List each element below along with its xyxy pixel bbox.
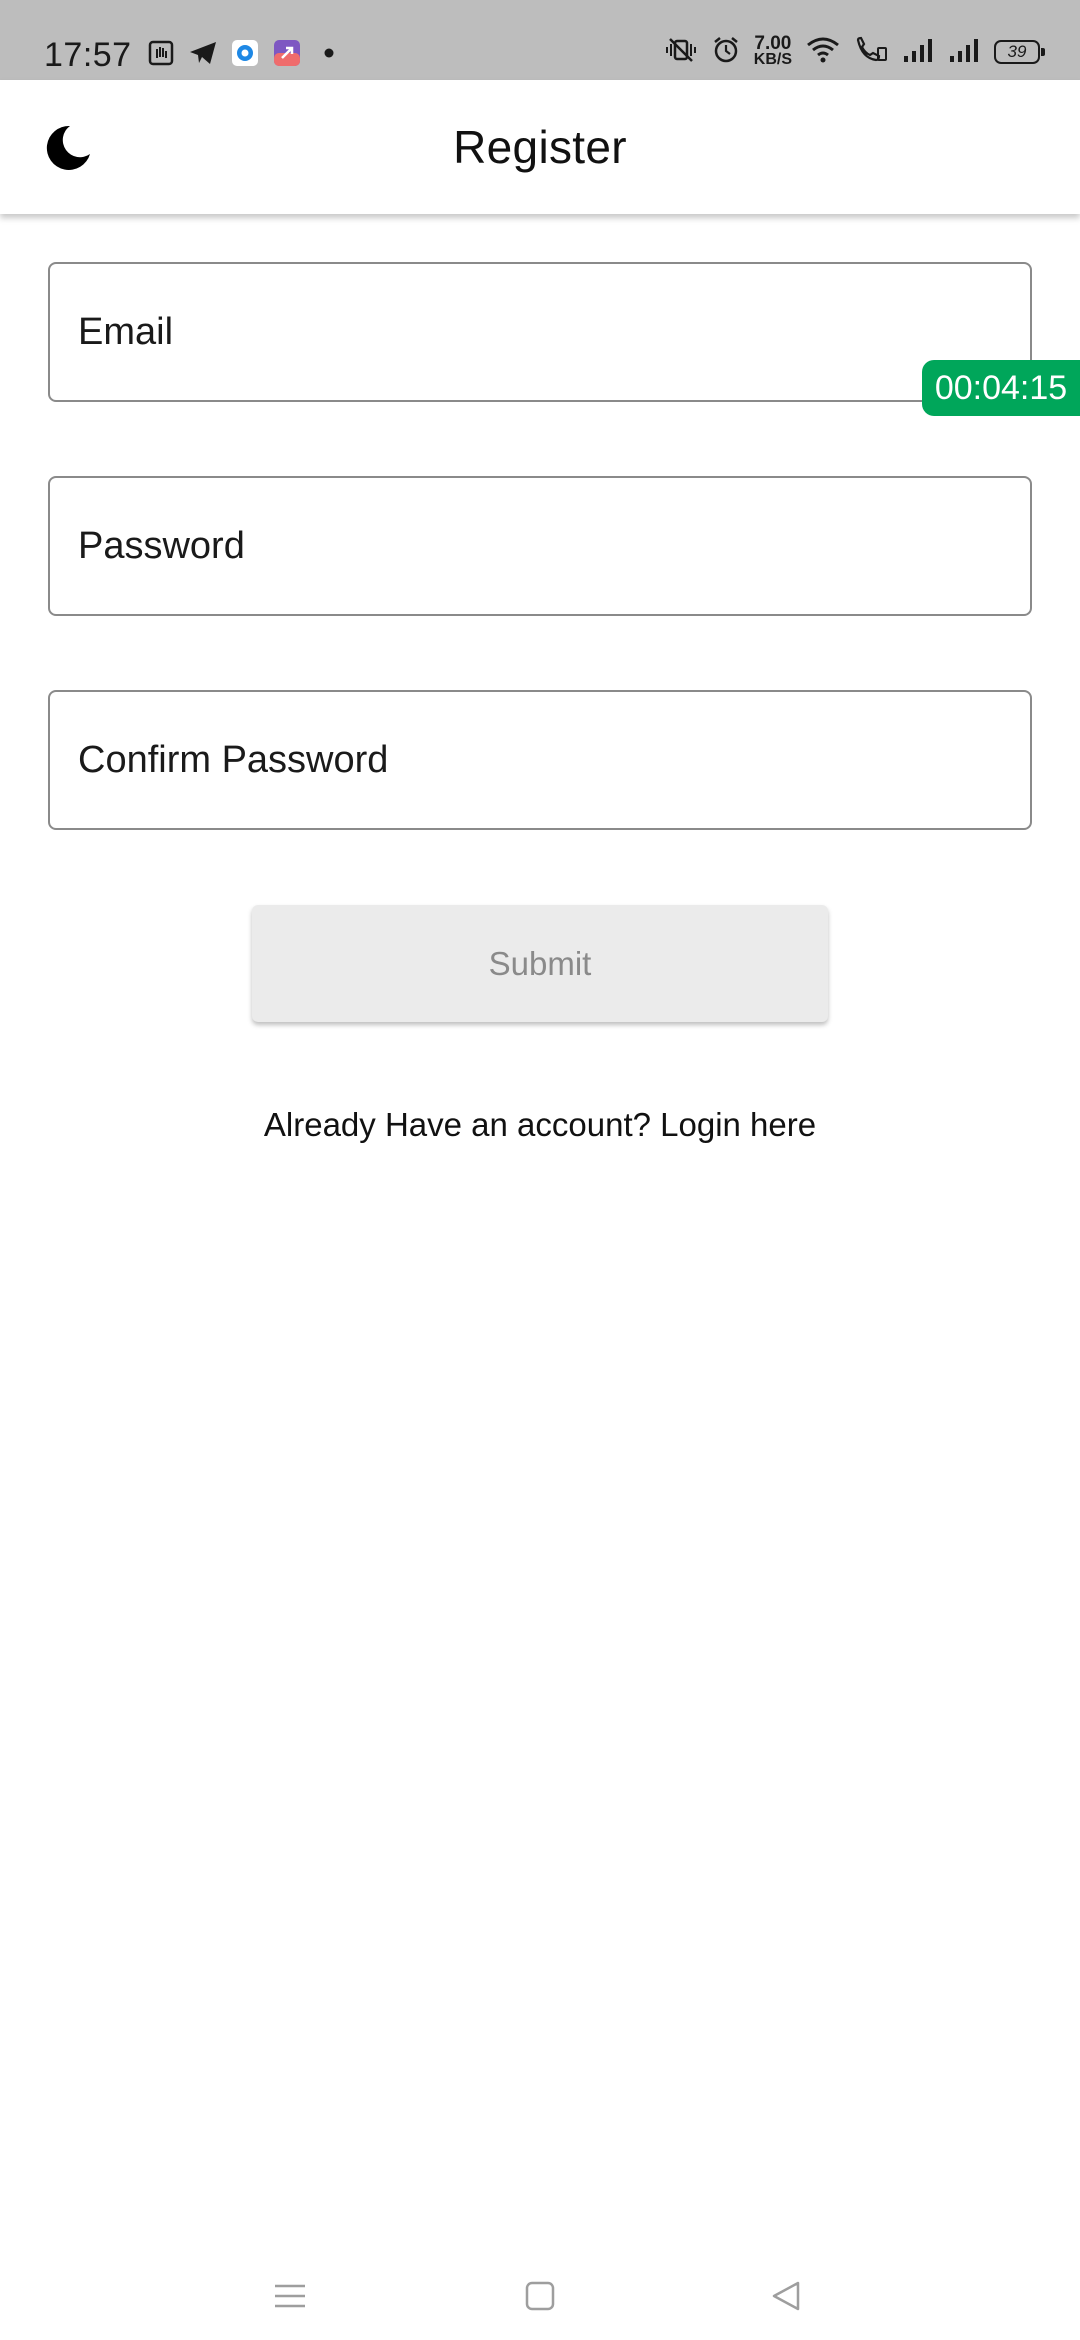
vibrate-icon — [664, 36, 698, 69]
network-speed-unit: KB/S — [753, 51, 792, 68]
network-speed: 7.00 KB/S — [753, 33, 792, 68]
hand-app-icon — [146, 38, 176, 68]
home-icon[interactable] — [512, 2268, 568, 2324]
wifi-icon — [806, 36, 840, 69]
status-bar: 17:57 7.00 KB/S 39 — [0, 0, 1080, 80]
signal-icon — [948, 36, 980, 69]
navigation-bar — [0, 2250, 1080, 2340]
shortcut-app-icon — [272, 38, 302, 68]
alarm-icon — [712, 36, 740, 69]
status-time: 17:57 — [44, 36, 132, 74]
network-speed-value: 7.00 — [754, 33, 792, 54]
submit-button[interactable]: Submit — [252, 905, 828, 1022]
circle-app-icon — [230, 38, 260, 68]
more-dot-icon — [314, 38, 344, 68]
page-title: Register — [453, 121, 627, 173]
system-icons: 7.00 KB/S 39 — [664, 33, 1045, 70]
menu-icon[interactable] — [262, 2268, 318, 2324]
telegram-icon — [188, 38, 218, 68]
login-link[interactable]: Already Have an account? Login here — [0, 1106, 1080, 1144]
password-field[interactable] — [48, 476, 1032, 616]
back-icon[interactable] — [758, 2268, 814, 2324]
app-bar: Register — [0, 80, 1080, 214]
confirm-password-input[interactable] — [50, 692, 1030, 828]
email-input[interactable] — [50, 264, 1030, 400]
notification-icons — [146, 38, 344, 68]
signal-icon — [902, 36, 934, 69]
password-input[interactable] — [50, 478, 1030, 614]
timer-badge: 00:04:15 — [922, 360, 1080, 416]
battery-indicator: 39 — [994, 40, 1045, 64]
volte-call-icon — [854, 36, 888, 69]
confirm-password-field[interactable] — [48, 690, 1032, 830]
email-field[interactable] — [48, 262, 1032, 402]
